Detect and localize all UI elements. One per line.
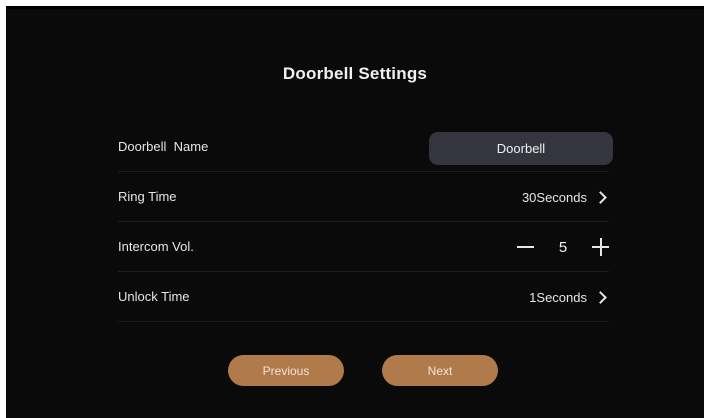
previous-button[interactable]: Previous: [228, 355, 344, 386]
minus-icon[interactable]: [517, 237, 534, 257]
next-button[interactable]: Next: [382, 355, 498, 386]
doorbell-name-label: Doorbell Name: [118, 139, 209, 154]
setting-row-doorbell-name: Doorbell Name Doorbell: [118, 122, 613, 172]
page-title: Doorbell Settings: [282, 64, 428, 83]
intercom-vol-label: Intercom Vol.: [118, 239, 194, 254]
setting-row-intercom-vol: Intercom Vol. 5: [118, 222, 609, 272]
unlock-time-label: Unlock Time: [118, 289, 190, 304]
ring-time-value: 30Seconds: [521, 189, 587, 205]
unlock-time-selector[interactable]: 1Seconds: [529, 272, 609, 322]
ring-time-label: Ring Time: [118, 189, 177, 204]
chevron-right-icon: [594, 190, 607, 204]
doorbell-name-value: Doorbell: [496, 141, 546, 156]
ring-time-selector[interactable]: 30Seconds: [522, 172, 609, 222]
plus-icon[interactable]: [592, 237, 609, 257]
intercom-volume-value: 5: [558, 238, 568, 256]
settings-screen: Doorbell Settings Doorbell Name Doorbell…: [6, 6, 704, 418]
unlock-time-value: 1Seconds: [529, 289, 587, 305]
chevron-right-icon: [594, 290, 607, 304]
setting-row-ring-time[interactable]: Ring Time 30Seconds: [118, 172, 609, 222]
doorbell-name-field[interactable]: Doorbell: [429, 132, 613, 165]
setting-row-unlock-time[interactable]: Unlock Time 1Seconds: [118, 272, 609, 322]
intercom-volume-stepper: 5: [517, 222, 609, 272]
